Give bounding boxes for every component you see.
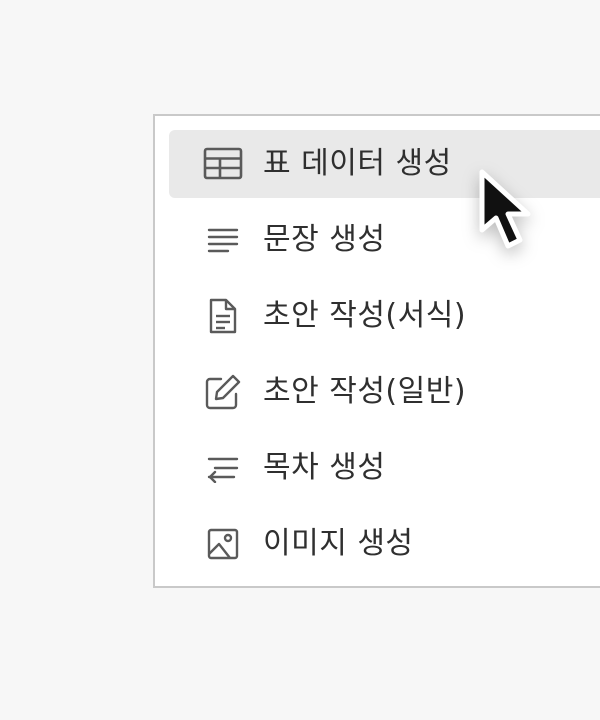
lines-icon (203, 220, 243, 260)
menu-item-label: 표 데이터 생성 (263, 146, 452, 181)
menu-item-label: 초안 작성(서식) (263, 298, 467, 333)
menu-item-image[interactable]: 이미지 생성 (169, 510, 600, 578)
menu-item-label: 목차 생성 (263, 450, 386, 485)
table-icon (203, 144, 243, 184)
canvas: 표 데이터 생성 문장 생성 초안 작성(서식) 초안 작성(일반) 목차 생성… (0, 0, 600, 720)
document-icon (203, 296, 243, 336)
image-icon (203, 524, 243, 564)
menu-item-draft-general[interactable]: 초안 작성(일반) (169, 358, 600, 426)
mouse-pointer-icon (479, 169, 531, 249)
menu-item-toc[interactable]: 목차 생성 (169, 434, 600, 502)
menu-item-label: 문장 생성 (263, 222, 386, 257)
edit-icon (203, 372, 243, 412)
menu-item-label: 이미지 생성 (263, 526, 414, 561)
menu-item-draft-formatted[interactable]: 초안 작성(서식) (169, 282, 600, 350)
wrap-icon (203, 448, 243, 488)
menu-item-label: 초안 작성(일반) (263, 374, 467, 409)
